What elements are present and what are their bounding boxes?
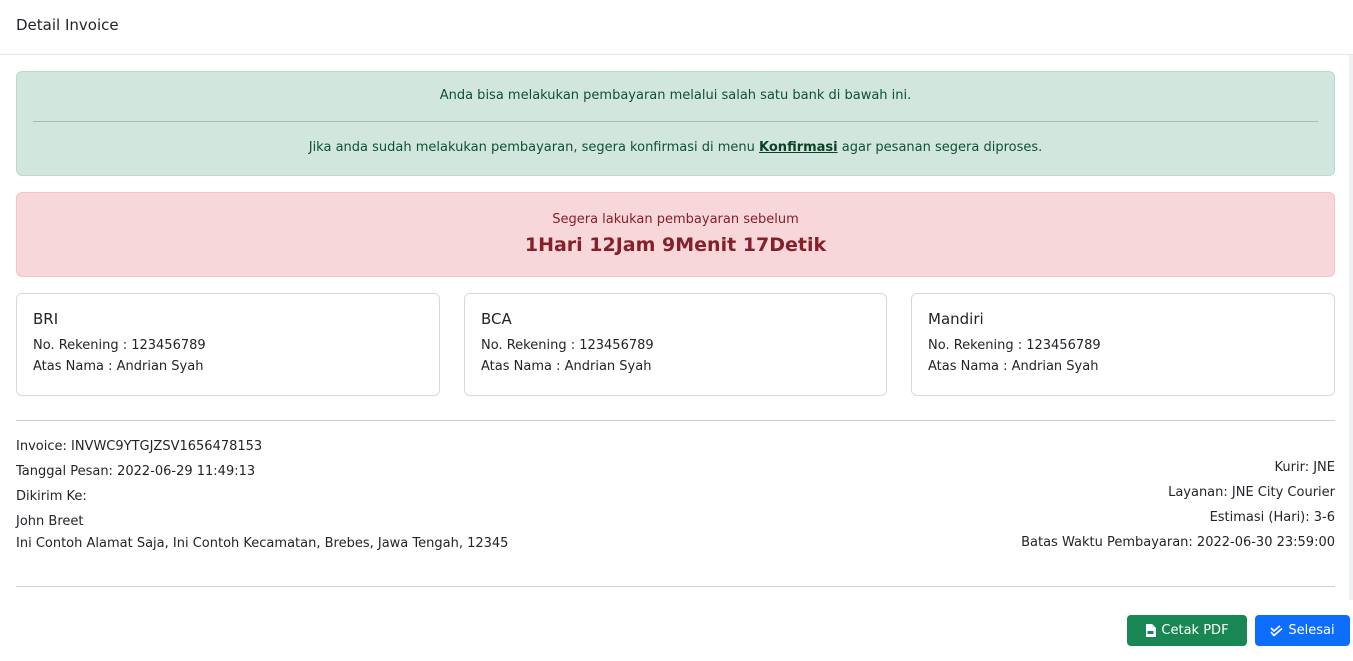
shipping-details: Kurir: JNE Layanan: JNE City Courier Est… <box>1021 457 1335 557</box>
alert-divider <box>33 121 1318 122</box>
page-header: Detail Invoice <box>0 0 1353 55</box>
print-pdf-label: Cetak PDF <box>1161 623 1229 638</box>
bank-account-number: No. Rekening : 123456789 <box>481 338 654 353</box>
print-pdf-button[interactable]: Cetak PDF <box>1127 615 1247 646</box>
bank-card-mandiri: Mandiri No. Rekening : 123456789 Atas Na… <box>911 293 1335 396</box>
payment-deadline: Batas Waktu Pembayaran: 2022-06-30 23:59… <box>1021 535 1335 550</box>
file-pdf-icon <box>1145 624 1157 637</box>
bank-name: Mandiri <box>928 310 984 328</box>
bank-account-holder: Atas Nama : Andrian Syah <box>481 359 652 374</box>
finish-label: Selesai <box>1288 623 1335 638</box>
confirm-info-after: agar pesanan segera diproses. <box>837 140 1043 155</box>
bank-card-bca: BCA No. Rekening : 123456789 Atas Nama :… <box>464 293 887 396</box>
page-title: Detail Invoice <box>16 16 119 34</box>
bank-account-number: No. Rekening : 123456789 <box>928 338 1101 353</box>
bank-account-number: No. Rekening : 123456789 <box>33 338 206 353</box>
order-date: Tanggal Pesan: 2022-06-29 11:49:13 <box>16 464 256 479</box>
confirmation-link[interactable]: Konfirmasi <box>759 140 838 155</box>
double-check-icon <box>1270 624 1283 637</box>
payment-info-alert: Anda bisa melakukan pembayaran melalui s… <box>16 71 1335 176</box>
courier: Kurir: JNE <box>1274 460 1335 475</box>
delivery-estimate: Estimasi (Hari): 3-6 <box>1209 510 1335 525</box>
scrollbar-track[interactable] <box>1349 55 1353 600</box>
finish-button[interactable]: Selesai <box>1255 615 1350 646</box>
section-divider-bottom <box>16 586 1335 587</box>
order-details: Invoice: INVWC9YTGJZSV1656478153 Tanggal… <box>16 436 508 555</box>
confirm-info-text: Jika anda sudah melakukan pembayaran, se… <box>17 140 1334 155</box>
recipient-name: John Breet <box>16 514 84 529</box>
courier-service: Layanan: JNE City Courier <box>1168 485 1335 500</box>
bank-account-holder: Atas Nama : Andrian Syah <box>928 359 1099 374</box>
payment-deadline-alert: Segera lakukan pembayaran sebelum 1Hari … <box>16 192 1335 277</box>
invoice-number: Invoice: INVWC9YTGJZSV1656478153 <box>16 439 263 454</box>
bank-name: BRI <box>33 310 59 328</box>
section-divider-top <box>16 420 1335 421</box>
bank-name: BCA <box>481 310 512 328</box>
countdown-timer: 1Hari 12Jam 9Menit 17Detik <box>524 234 827 256</box>
shipping-address: Ini Contoh Alamat Saja, Ini Contoh Kecam… <box>16 536 509 551</box>
confirm-info-before: Jika anda sudah melakukan pembayaran, se… <box>308 140 760 155</box>
deadline-text: Segera lakukan pembayaran sebelum <box>552 212 799 227</box>
payment-info-text: Anda bisa melakukan pembayaran melalui s… <box>439 88 912 103</box>
bank-account-holder: Atas Nama : Andrian Syah <box>33 359 204 374</box>
bank-card-bri: BRI No. Rekening : 123456789 Atas Nama :… <box>16 293 440 396</box>
ship-to-label: Dikirim Ke: <box>16 489 87 504</box>
